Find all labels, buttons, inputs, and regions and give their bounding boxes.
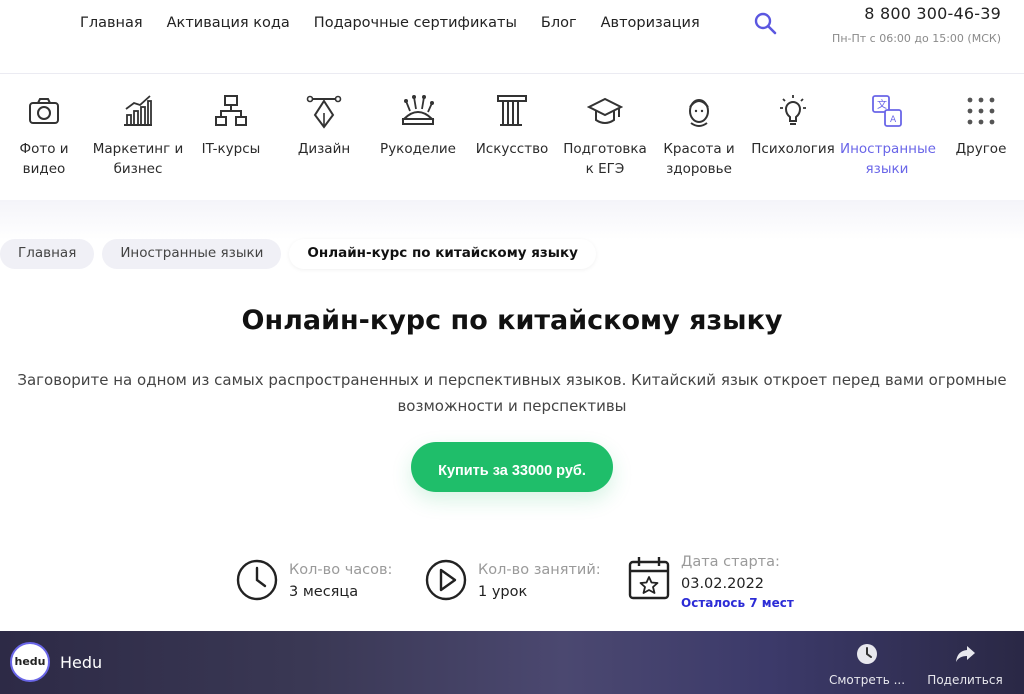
nav-blog[interactable]: Блог	[541, 15, 577, 31]
category-label: Другое	[955, 141, 1007, 157]
column-icon	[497, 95, 527, 126]
stat-start-label: Дата старта:	[681, 554, 780, 570]
search-icon[interactable]	[753, 11, 777, 35]
breadcrumb-foreign-languages[interactable]: Иностранные языки	[102, 239, 282, 269]
channel-logo[interactable]: hedu	[10, 642, 50, 682]
video-player[interactable]: hedu Hedu Смотреть ... Поделиться	[0, 631, 1024, 694]
category-it[interactable]: IT-курсы	[184, 93, 278, 159]
clock-icon	[236, 559, 278, 601]
clock-icon	[857, 644, 877, 664]
page-title: Онлайн-курс по китайскому языку	[241, 305, 783, 336]
svg-text:文: 文	[877, 98, 887, 111]
stat-lessons-value: 1 урок	[478, 584, 528, 600]
category-label: Подготовка к ЕГЭ	[563, 141, 647, 177]
watch-later-label: Смотреть ...	[828, 673, 906, 687]
category-label: Красота и здоровье	[663, 141, 735, 177]
pen-tool-icon	[306, 95, 342, 129]
category-label: Рукоделие	[380, 141, 456, 157]
main-nav: Главная Активация кода Подарочные сертиф…	[80, 15, 724, 31]
site-header: Главная Активация кода Подарочные сертиф…	[0, 0, 1024, 74]
stat-hours-value: 3 месяца	[289, 584, 359, 600]
network-icon	[215, 95, 247, 126]
pincushion-icon	[401, 95, 435, 125]
category-label: Психология	[751, 141, 835, 157]
category-psychology[interactable]: Психология	[746, 93, 840, 159]
nav-gift-certificates[interactable]: Подарочные сертификаты	[314, 15, 517, 31]
nav-home[interactable]: Главная	[80, 15, 143, 31]
category-beauty-health[interactable]: Красота и здоровье	[652, 93, 746, 179]
category-label: Маркетинг и бизнес	[92, 141, 184, 177]
category-exam-prep[interactable]: Подготовка к ЕГЭ	[558, 93, 652, 179]
page-subtitle: Заговорите на одном из самых распростран…	[17, 371, 1007, 415]
category-bar: Фото и видео Маркетинг и бизнес IT-курсы…	[0, 75, 1024, 205]
breadcrumb-home[interactable]: Главная	[0, 239, 95, 269]
category-design[interactable]: Дизайн	[277, 93, 371, 159]
grid-dots-icon	[967, 97, 995, 125]
nav-login[interactable]: Авторизация	[601, 15, 700, 31]
video-title[interactable]: Hedu	[60, 653, 102, 672]
buy-button[interactable]: Купить за 33000 руб.	[411, 442, 613, 492]
working-hours: Пн-Пт с 06:00 до 15:00 (МСК)	[832, 32, 1001, 45]
svg-text:A: A	[890, 115, 897, 125]
category-label: Фото и видео	[19, 141, 69, 177]
category-label: Дизайн	[297, 141, 351, 157]
chart-icon	[124, 95, 152, 126]
stat-start-value: 03.02.2022	[681, 576, 765, 592]
breadcrumb-current: Онлайн-курс по китайскому языку	[289, 239, 596, 269]
seats-left: Осталось 7 мест	[681, 596, 794, 610]
nav-code-activation[interactable]: Активация кода	[167, 15, 290, 31]
watch-later-button[interactable]: Смотреть ...	[827, 643, 907, 687]
category-foreign-languages[interactable]: 文A Иностранные языки	[840, 93, 936, 179]
category-label: IT-курсы	[201, 141, 261, 157]
category-marketing[interactable]: Маркетинг и бизнес	[91, 93, 185, 179]
category-art[interactable]: Искусство	[465, 93, 559, 159]
category-label: Искусство	[475, 141, 549, 157]
lightbulb-icon	[780, 95, 806, 125]
share-label: Поделиться	[927, 673, 1003, 687]
graduation-cap-icon	[587, 97, 623, 124]
stat-hours-label: Кол-во часов:	[289, 562, 393, 578]
breadcrumb: Главная Иностранные языки Онлайн-курс по…	[0, 239, 596, 269]
category-other[interactable]: Другое	[934, 93, 1024, 159]
category-photo-video[interactable]: Фото и видео	[0, 93, 91, 179]
share-arrow-icon	[956, 646, 975, 662]
play-circle-icon	[425, 559, 467, 601]
share-button[interactable]: Поделиться	[925, 643, 1005, 687]
translate-icon: 文A	[872, 95, 902, 127]
category-handicraft[interactable]: Рукоделие	[371, 93, 465, 159]
stat-lessons-label: Кол-во занятий:	[478, 562, 601, 578]
category-bar-shadow	[0, 200, 1024, 240]
phone-number[interactable]: 8 800 300-46-39	[864, 4, 1001, 23]
face-icon	[689, 99, 709, 127]
category-label: Иностранные языки	[840, 141, 936, 177]
calendar-star-icon	[628, 557, 670, 600]
camera-icon	[29, 98, 59, 124]
